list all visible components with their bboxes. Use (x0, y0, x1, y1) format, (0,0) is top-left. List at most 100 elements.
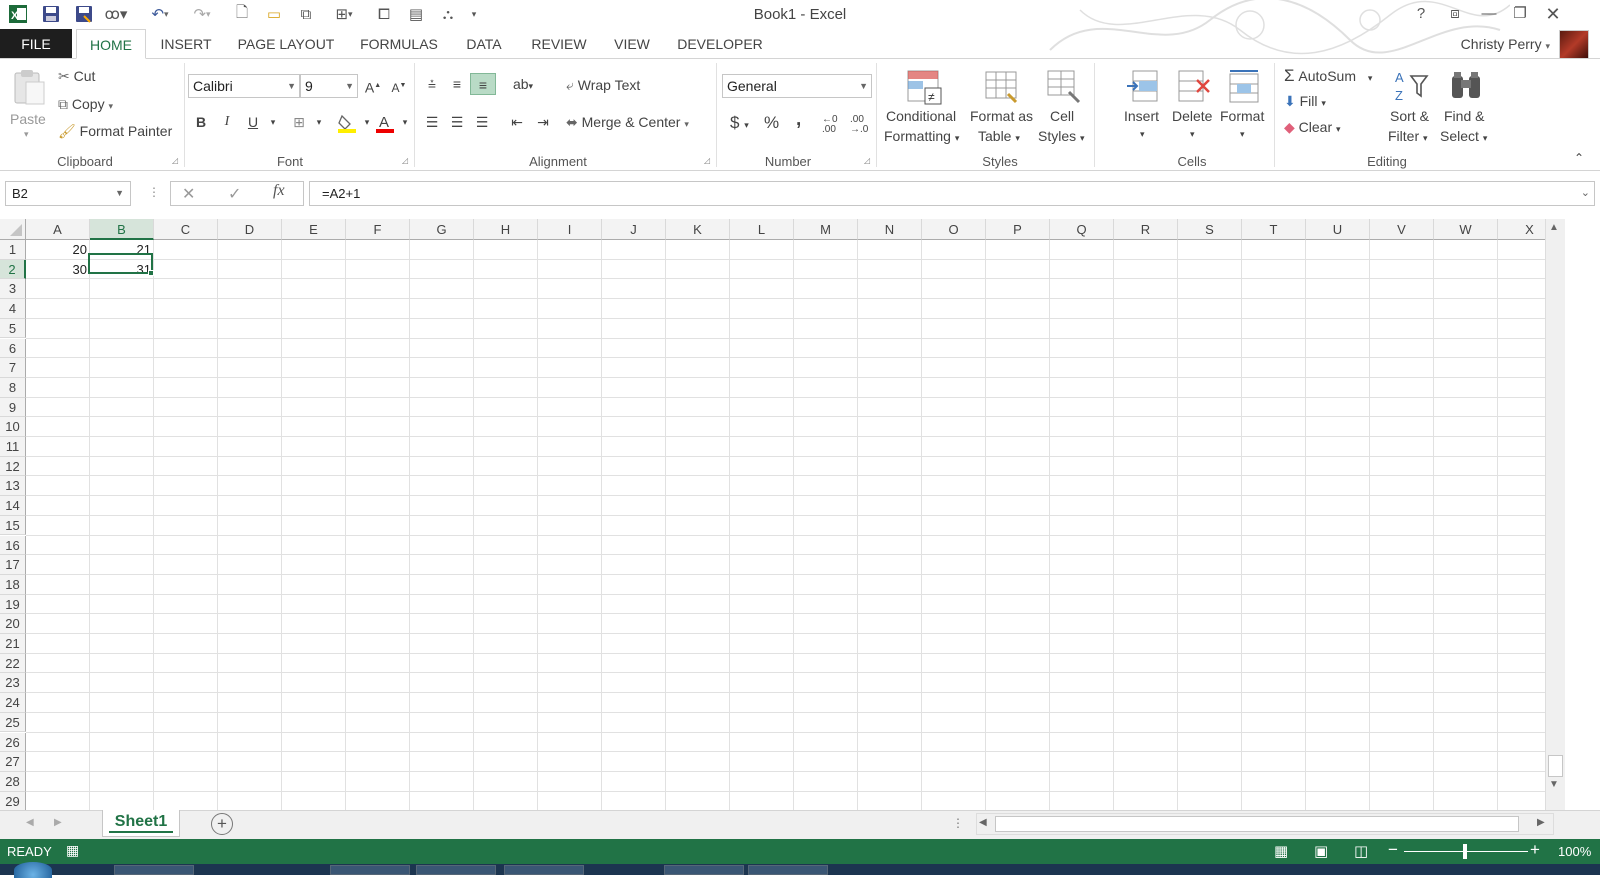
font-color-dropdown-icon[interactable]: ▾ (394, 111, 416, 133)
row-header[interactable]: 1 (0, 240, 26, 260)
increase-indent-icon[interactable]: ⇥ (532, 111, 554, 133)
column-header[interactable]: O (922, 219, 986, 240)
row-header[interactable]: 19 (0, 594, 26, 615)
cell-styles-label-1[interactable]: Cell (1050, 108, 1074, 124)
percent-button[interactable]: % (764, 113, 779, 133)
column-header[interactable]: R (1114, 219, 1178, 240)
row-header[interactable]: 15 (0, 515, 26, 536)
increase-font-icon[interactable]: A▲ (362, 75, 384, 97)
align-center-icon[interactable]: ☰ (446, 111, 468, 133)
taskbar-item[interactable] (748, 865, 828, 875)
zoom-slider-thumb[interactable] (1463, 844, 1467, 859)
column-header[interactable]: D (218, 219, 282, 240)
row-header[interactable]: 28 (0, 771, 26, 792)
tab-developer[interactable]: DEVELOPER (668, 29, 772, 59)
delete-cells-icon[interactable] (1174, 67, 1214, 107)
sort-filter-label-2[interactable]: Filter ▾ (1388, 128, 1428, 144)
tab-page-layout[interactable]: PAGE LAYOUT (228, 29, 344, 59)
insert-dropdown-icon[interactable]: ▾ (1140, 129, 1145, 140)
column-header[interactable]: B (90, 219, 154, 240)
row-header[interactable]: 23 (0, 673, 26, 694)
collapse-ribbon-icon[interactable]: ⌃ (1574, 151, 1584, 165)
paste-dropdown-icon[interactable]: ▾ (24, 129, 29, 140)
orientation-icon[interactable]: ab▾ (506, 73, 540, 95)
row-header[interactable]: 20 (0, 614, 26, 634)
tab-split-handle-icon[interactable]: ⋮ (952, 816, 964, 830)
number-format-select[interactable]: General ▼ (722, 74, 872, 98)
increase-decimal-icon[interactable]: ←0.00 (822, 115, 838, 135)
merge-center-button[interactable]: ⬌ Merge & Center ▾ (566, 114, 689, 131)
row-header[interactable]: 5 (0, 318, 26, 339)
formula-bar-splitter-icon[interactable]: ⋮ (148, 185, 160, 199)
help-icon[interactable]: ? (1406, 2, 1436, 26)
clear-button[interactable]: ◆ Clear ▾ (1284, 119, 1341, 136)
name-box[interactable]: B2 ▼ (5, 181, 131, 206)
align-bottom-icon[interactable]: ≡ (470, 73, 496, 95)
row-header[interactable]: 17 (0, 555, 26, 575)
row-header[interactable]: 18 (0, 574, 26, 595)
decrease-font-icon[interactable]: A▼ (388, 75, 410, 97)
column-header[interactable]: E (282, 219, 346, 240)
column-header[interactable]: M (794, 219, 858, 240)
cell-styles-icon[interactable] (1044, 67, 1084, 107)
next-sheet-icon[interactable]: ▶ (54, 817, 62, 828)
italic-button[interactable]: I (216, 111, 238, 133)
scroll-left-icon[interactable]: ◀ (979, 817, 987, 828)
conditional-formatting-label-1[interactable]: Conditional (886, 108, 956, 124)
tab-view[interactable]: VIEW (604, 29, 660, 59)
format-as-table-label-1[interactable]: Format as (970, 108, 1033, 124)
paste-icon[interactable] (10, 67, 48, 107)
fill-handle[interactable] (148, 270, 154, 276)
cell-styles-label-2[interactable]: Styles ▾ (1038, 128, 1085, 144)
format-painter-button[interactable]: 🖌 Format Painter (58, 123, 172, 140)
taskbar-item[interactable] (416, 865, 496, 875)
scroll-down-icon[interactable]: ▼ (1549, 779, 1559, 790)
row-header[interactable]: 4 (0, 299, 26, 319)
tab-insert[interactable]: INSERT (150, 29, 222, 59)
formula-input[interactable]: =A2+1 ⌄ (309, 181, 1595, 206)
column-header[interactable]: F (346, 219, 410, 240)
autosum-button[interactable]: Σ AutoSum ▾ (1284, 66, 1372, 86)
column-header[interactable]: K (666, 219, 730, 240)
column-header[interactable]: U (1306, 219, 1370, 240)
column-header[interactable]: T (1242, 219, 1306, 240)
format-as-table-label-2[interactable]: Table ▾ (978, 128, 1020, 144)
vertical-scroll-thumb[interactable] (1548, 755, 1563, 777)
sort-filter-label-1[interactable]: Sort & (1390, 108, 1429, 124)
user-name[interactable]: Christy Perry ▾ (1461, 36, 1550, 52)
start-button-icon[interactable] (14, 862, 52, 878)
font-launcher-icon[interactable]: ◿ (402, 156, 408, 165)
taskbar-item[interactable] (114, 865, 194, 875)
delete-dropdown-icon[interactable]: ▾ (1190, 129, 1195, 140)
clipboard-launcher-icon[interactable]: ◿ (172, 156, 178, 165)
scroll-right-icon[interactable]: ▶ (1537, 817, 1545, 828)
format-as-table-icon[interactable] (982, 67, 1022, 107)
column-header[interactable]: C (154, 219, 218, 240)
row-header[interactable]: 16 (0, 535, 26, 556)
avatar[interactable] (1559, 30, 1589, 60)
prev-sheet-icon[interactable]: ◀ (26, 817, 34, 828)
column-header[interactable]: G (410, 219, 474, 240)
binoculars-icon[interactable] (1446, 67, 1486, 107)
insert-cells-icon[interactable] (1124, 67, 1164, 107)
bold-button[interactable]: B (190, 111, 212, 133)
conditional-formatting-label-2[interactable]: Formatting ▾ (884, 128, 959, 144)
row-header[interactable]: 9 (0, 397, 26, 418)
vertical-scrollbar[interactable]: ▲ ▼ (1545, 219, 1565, 810)
row-header[interactable]: 25 (0, 712, 26, 733)
column-header[interactable]: Q (1050, 219, 1114, 240)
row-header[interactable]: 6 (0, 338, 26, 359)
taskbar-item[interactable] (330, 865, 410, 875)
find-select-label-1[interactable]: Find & (1444, 108, 1484, 124)
tab-home[interactable]: HOME (76, 29, 146, 59)
new-sheet-icon[interactable]: + (211, 813, 233, 835)
decrease-decimal-icon[interactable]: .00 →.0 (850, 115, 868, 135)
close-icon[interactable]: ✕ (1538, 2, 1568, 26)
row-header[interactable]: 7 (0, 358, 26, 378)
column-header[interactable]: P (986, 219, 1050, 240)
enter-entry-icon[interactable]: ✓ (228, 184, 241, 204)
column-header[interactable]: L (730, 219, 794, 240)
find-select-label-2[interactable]: Select ▾ (1440, 128, 1487, 144)
page-break-view-icon[interactable]: ◫ (1354, 842, 1368, 860)
zoom-out-icon[interactable]: − (1388, 840, 1398, 860)
